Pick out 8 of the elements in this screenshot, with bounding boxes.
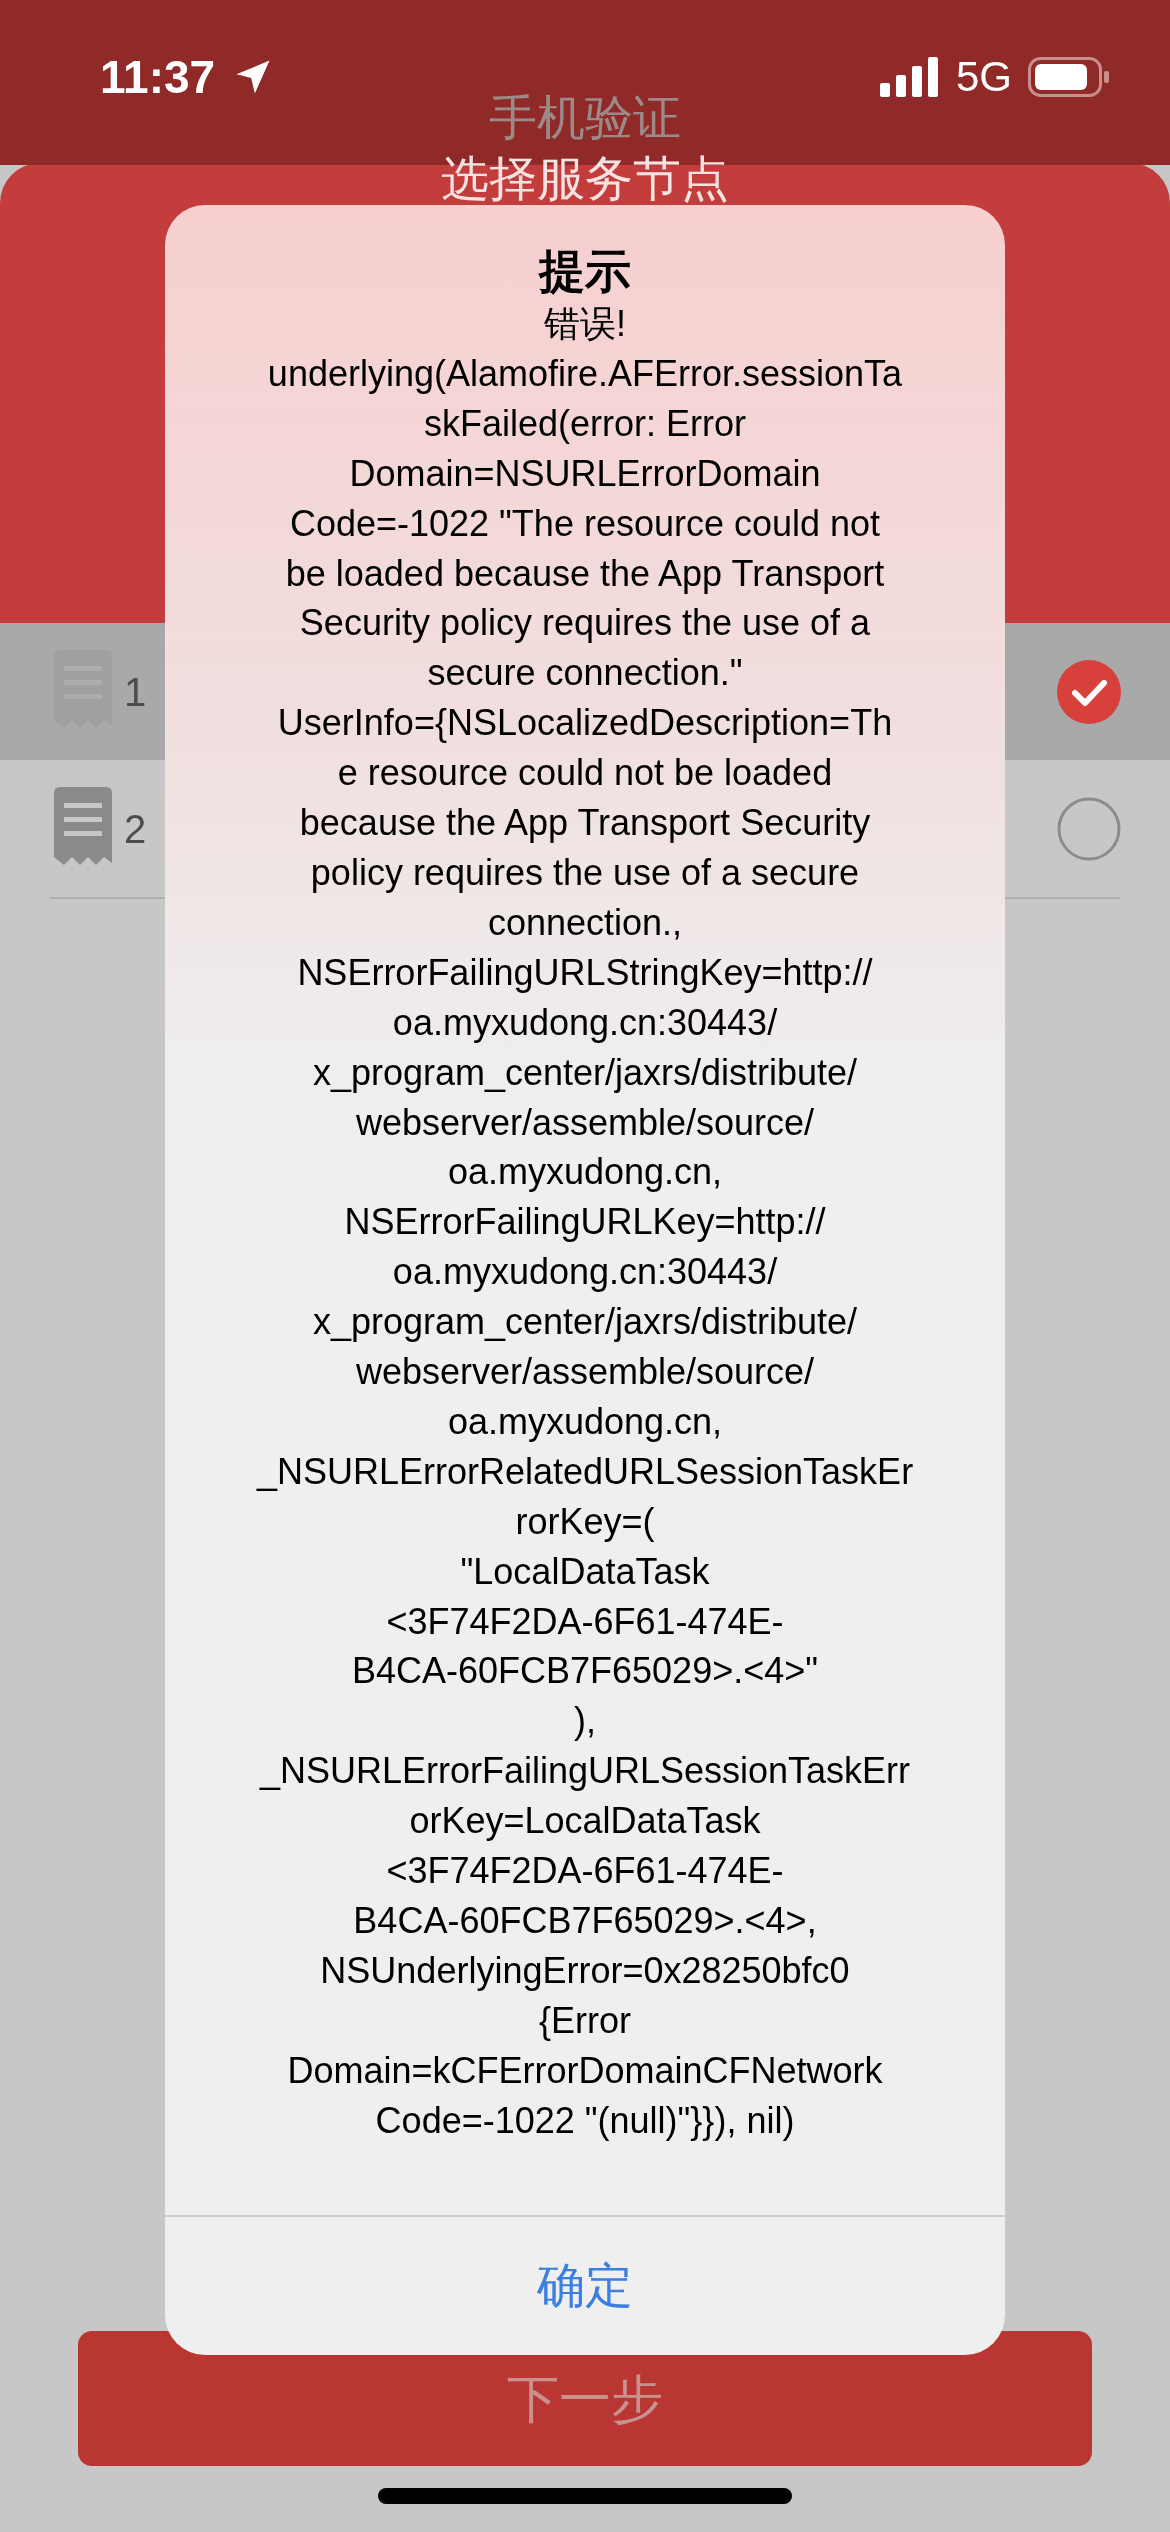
node-label: 1 (124, 668, 147, 716)
node-label: 2 (124, 805, 147, 853)
page-title: 手机验证 (488, 92, 682, 144)
alert-title: 提示 (539, 244, 631, 299)
status-time: 11:37 (100, 50, 216, 105)
alert-message: 错误! underlying(Alamofire.AFError.sessionTa skFailed(error: Error Domain=NSURLErrorDomain Code=-1022 "The resource could not be loaded because the App Transport Security policy requires the use of a secure connection." UserInfo={NSLocalizedDescription=Th e resource could not be loaded because the App Transport Security policy requires the use of a secure connection., NSErrorFailingURLStringKey=http:// oa.myxudong.cn:30443/ x_program_center/jaxrs/distribute/ webserver/assemble/source/ oa.myxudong.cn, NSErrorFailingURLKey=http:// oa.myxudong.cn:30443/ x_program_center/jaxrs/distribute/ webserver/assemble/source/ oa.myxudong.cn, _NSURLErrorRelatedURLSessionTaskEr rorKey=( "LocalDataTask <3F74F2DA-6F61-474E- B4CA-60FCB7F65029>.<4>" ), _NSURLErrorFailingURLSessionTaskErr orKey=LocalDataTask <3F74F2DA-6F61-474E- B4CA-60FCB7F65029>.<4>, NSUnderlyingError=0x28250bfc0 {Error Domain=kCFErrorDomainCFNetwork Code=-1022 "(null)"}}), nil) (256, 302, 914, 2143)
network-label: 5G (955, 52, 1012, 102)
panel-title: 选择服务节点 (441, 154, 729, 204)
